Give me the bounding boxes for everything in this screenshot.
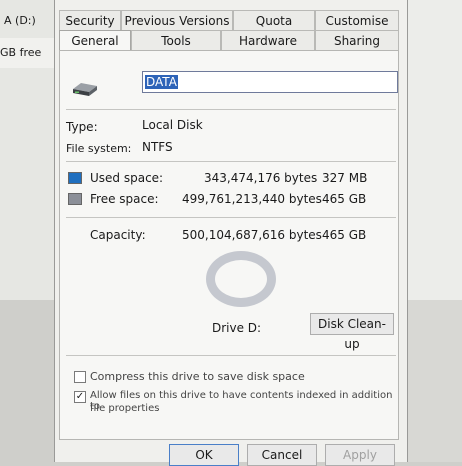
tab-quota[interactable]: Quota	[233, 10, 315, 30]
tab-security[interactable]: Security	[59, 10, 121, 30]
ok-button[interactable]: OK	[169, 444, 239, 466]
background-drive-label: A (D:)	[4, 14, 36, 27]
used-space-swatch	[68, 172, 82, 184]
drive-name-text: DATA	[145, 75, 178, 89]
used-space-label: Used space:	[90, 171, 164, 185]
free-space-swatch	[68, 193, 82, 205]
tab-customise[interactable]: Customise	[315, 10, 399, 30]
free-space-size: 465 GB	[322, 192, 367, 206]
checkmark-icon: ✓	[75, 391, 85, 402]
cancel-button[interactable]: Cancel	[247, 444, 317, 466]
tab-previous-versions[interactable]: Previous Versions	[121, 10, 233, 30]
free-space-label: Free space:	[90, 192, 159, 206]
background-bottom-area	[405, 300, 462, 462]
tab-sharing[interactable]: Sharing	[315, 30, 399, 50]
tab-general[interactable]: General	[59, 30, 131, 50]
background-explorer-window: A (D:) GB free	[0, 0, 60, 300]
index-checkbox[interactable]: ✓	[74, 391, 86, 403]
tab-tools[interactable]: Tools	[131, 30, 221, 50]
capacity-bytes: 500,104,687,616 bytes	[182, 228, 322, 242]
drive-properties-dialog: Security Previous Versions Quota Customi…	[54, 0, 408, 466]
drive-caption: Drive D:	[212, 321, 262, 335]
used-space-size: 327 MB	[322, 171, 368, 185]
type-label: Type:	[66, 120, 98, 134]
file-system-value: NTFS	[142, 140, 173, 154]
background-free-label: GB free	[0, 46, 42, 59]
index-label-line-2: file properties	[90, 403, 160, 414]
divider	[66, 109, 396, 110]
disk-cleanup-button[interactable]: Disk Clean-up	[310, 313, 394, 351]
drive-name-input[interactable]: DATA	[142, 71, 398, 93]
apply-button[interactable]: Apply	[325, 444, 395, 466]
background-right-area	[405, 0, 462, 300]
general-tab-panel: DATA Type: Local Disk File system: NTFS …	[59, 50, 399, 440]
hard-drive-icon	[73, 83, 97, 96]
file-system-label: File system:	[66, 142, 132, 155]
capacity-label: Capacity:	[90, 228, 146, 242]
compress-checkbox[interactable]	[74, 371, 86, 383]
divider	[66, 217, 396, 218]
divider	[66, 161, 396, 162]
tab-hardware[interactable]: Hardware	[221, 30, 315, 50]
used-space-bytes: 343,474,176 bytes	[204, 171, 318, 185]
divider	[66, 355, 396, 356]
tab-row-front: General Tools Hardware Sharing	[59, 30, 399, 50]
free-space-bytes: 499,761,213,440 bytes	[182, 192, 322, 206]
disk-usage-donut	[206, 251, 276, 307]
capacity-size: 465 GB	[322, 228, 367, 242]
tab-row-back: Security Previous Versions Quota Customi…	[59, 10, 399, 30]
type-value: Local Disk	[142, 118, 203, 132]
compress-label: Compress this drive to save disk space	[90, 370, 305, 383]
